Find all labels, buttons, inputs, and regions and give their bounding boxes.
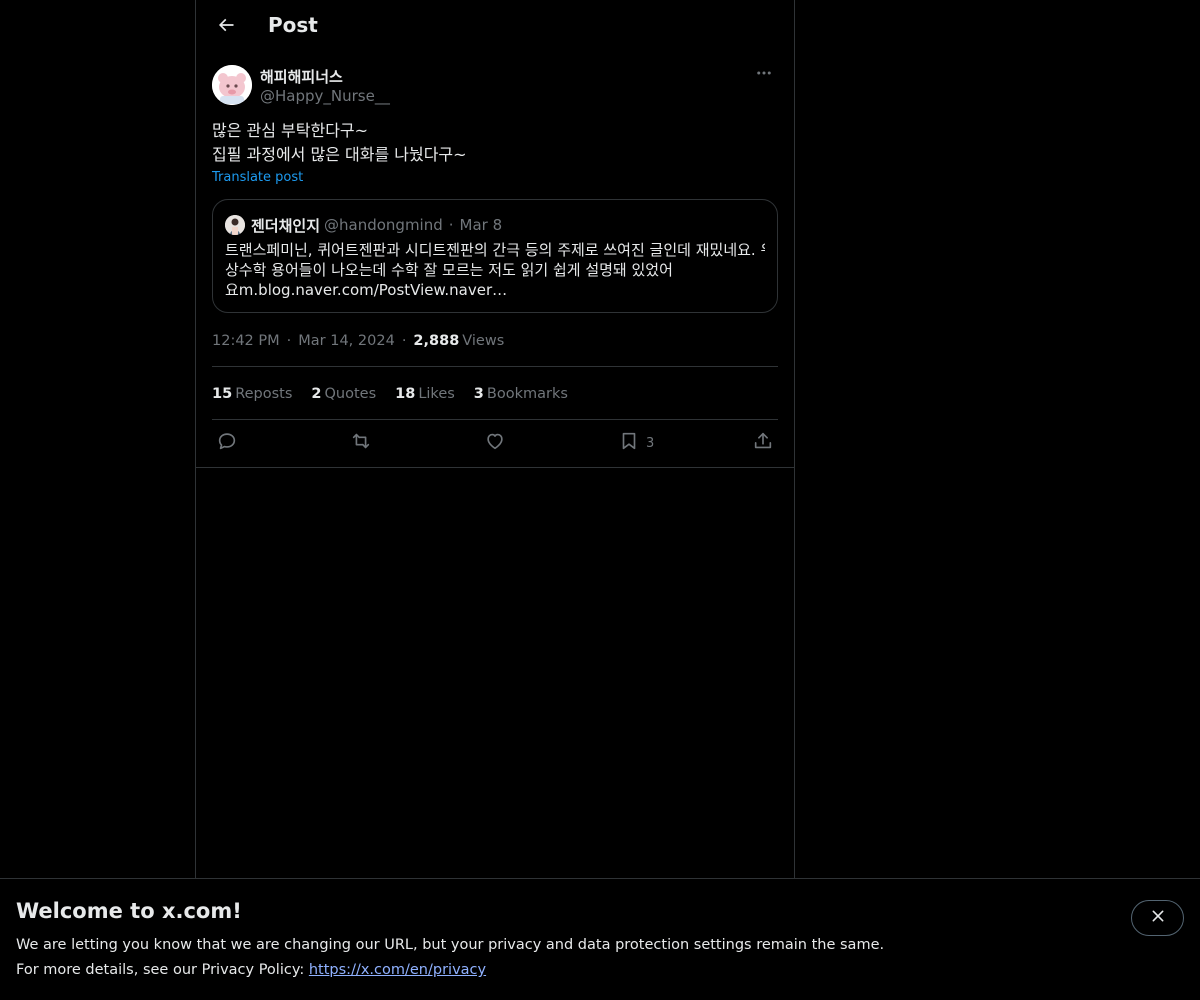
quoted-post[interactable]: 젠더채인지 @handongmind · Mar 8 트랜스페미닌, 퀴어트젠판… [212,199,778,313]
quoted-author-name: 젠더채인지 [251,216,321,235]
quoted-text-line: 트랜스페미닌, 퀴어트젠판과 시디트젠판의 간극 등의 주제로 쓰여진 글인데 … [225,241,765,259]
more-horizontal-icon [755,64,773,86]
banner-title: Welcome to x.com! [16,899,242,923]
quotes-label: Quotes [324,386,377,402]
repost-icon [350,430,372,456]
post-meta: 12:42 PM · Mar 14, 2024 · 2,888 Views [212,330,504,352]
welcome-banner: Welcome to x.com! We are letting you kno… [0,878,1200,1000]
views-label: Views [462,333,505,349]
repost-button[interactable] [350,430,372,456]
author-handle[interactable]: @Happy_Nurse__ [260,87,390,105]
quoted-post-text: 트랜스페미닌, 퀴어트젠판과 시디트젠판의 간극 등의 주제로 쓰여진 글인데 … [225,240,765,300]
translate-post-link[interactable]: Translate post [212,170,303,185]
reply-button[interactable] [216,430,238,456]
arrow-left-icon [216,15,236,39]
banner-privacy-text: For more details, see our Privacy Policy… [16,962,486,978]
likes-count: 18 [395,386,416,402]
bookmark-count: 3 [646,435,655,451]
likes-stat[interactable]: 18 Likes [395,386,455,402]
bookmarks-stat[interactable]: 3 Bookmarks [474,386,568,402]
heart-icon [484,430,506,456]
main-column: Post 해피해피너스 @Happy_Nurse__ 많은 관심 부탁한다구~ … [195,0,795,1000]
reposts-stat[interactable]: 15 Reposts [212,386,292,402]
bookmarks-count: 3 [473,386,484,402]
share-icon [752,430,774,456]
divider [212,366,778,367]
bookmark-button[interactable]: 3 [618,430,654,456]
post-text: 많은 관심 부탁한다구~ 집필 과정에서 많은 대화를 나눴다구~ [212,119,778,167]
post-date[interactable]: Mar 14, 2024 [298,333,395,349]
divider [196,467,794,468]
page-header: Post [196,0,794,54]
reposts-label: Reposts [235,386,293,402]
close-banner-button[interactable] [1131,900,1184,936]
close-icon [1150,908,1166,928]
privacy-policy-link[interactable]: https://x.com/en/privacy [309,962,486,978]
post-author: 해피해피너스 @Happy_Nurse__ [212,64,778,108]
back-button[interactable] [208,9,244,45]
views-count: 2,888 [413,333,460,349]
quotes-stat[interactable]: 2 Quotes [311,386,376,402]
banner-privacy-prefix: For more details, see our Privacy Policy… [16,962,309,978]
more-options-button[interactable] [750,64,778,86]
divider [212,419,778,420]
quoted-text-line: 상수학 용어들이 나오는데 수학 잘 모르는 저도 읽기 쉽게 설명돼 있었어 [225,261,673,279]
like-button[interactable] [484,430,506,456]
separator-dot: · [401,333,407,349]
quoted-author-handle: @handongmind [324,216,443,234]
avatar[interactable] [212,65,252,105]
bookmark-icon [618,430,640,456]
quoted-post-header: 젠더채인지 @handongmind · Mar 8 [225,214,502,236]
likes-label: Likes [418,386,455,402]
post-text-line: 많은 관심 부탁한다구~ [212,121,369,140]
page-title: Post [268,13,318,37]
bookmarks-label: Bookmarks [486,386,568,402]
reply-icon [216,430,238,456]
post-actions: 3 [212,430,778,456]
quotes-count: 2 [311,386,322,402]
separator-dot: · [448,216,454,234]
separator-dot: · [286,333,292,349]
author-name[interactable]: 해피해피너스 [260,66,343,87]
banner-message: We are letting you know that we are chan… [16,937,885,953]
post-stats: 15 Reposts 2 Quotes 18 Likes 3 Bookmarks [212,383,587,405]
post-time[interactable]: 12:42 PM [212,333,280,349]
quoted-text-line: 요m.blog.naver.com/PostView.naver… [225,281,508,299]
share-button[interactable] [752,430,774,456]
reposts-count: 15 [212,386,233,402]
quoted-post-date: Mar 8 [459,216,503,234]
post-text-line: 집필 과정에서 많은 대화를 나눴다구~ [212,145,467,164]
quoted-avatar [225,215,245,235]
